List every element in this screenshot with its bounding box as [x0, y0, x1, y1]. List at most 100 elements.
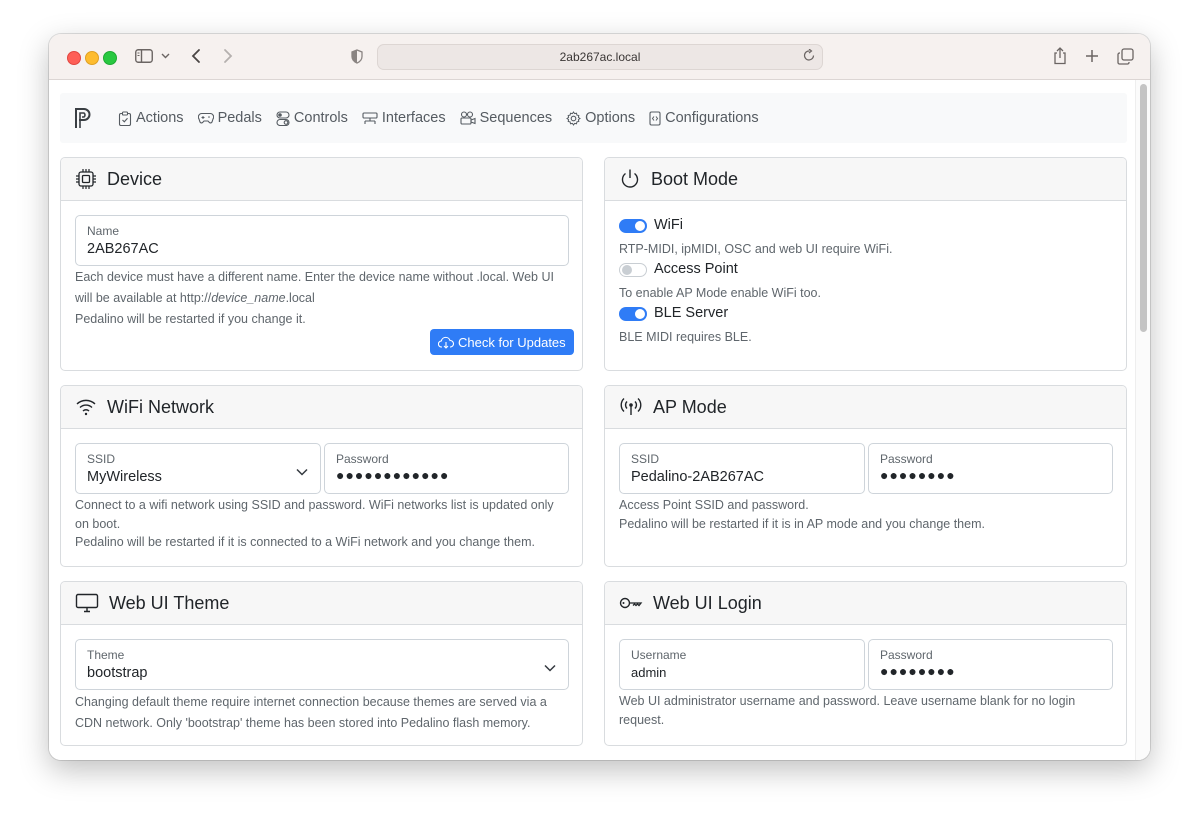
broadcast-icon	[620, 397, 642, 415]
field-label: Password	[336, 452, 389, 466]
nav-item-configurations[interactable]: Configurations	[649, 110, 759, 126]
device-name-field[interactable]: Name 2AB267AC	[75, 215, 569, 266]
field-value: ●●●●●●●●	[880, 467, 956, 483]
nav-item-interfaces[interactable]: Interfaces	[362, 110, 446, 126]
ap-ssid-field[interactable]: SSID Pedalino-2AB267AC	[619, 443, 865, 494]
wifi-icon	[76, 399, 96, 416]
card-header: AP Mode	[605, 386, 1126, 429]
ap-help-text: Access Point SSID and password. Pedalino…	[619, 496, 1119, 533]
minimize-window-button[interactable]	[85, 51, 99, 65]
chevron-down-icon[interactable]	[161, 46, 170, 66]
ethernet-icon	[362, 111, 378, 124]
help-line: Each device must have a different name. …	[75, 270, 554, 284]
card-title: Boot Mode	[651, 168, 739, 189]
address-bar-url: 2ab267ac.local	[559, 50, 641, 64]
zoom-window-button[interactable]	[103, 51, 117, 65]
help-text-part: .local	[285, 291, 315, 305]
forward-icon[interactable]	[223, 46, 233, 66]
field-value: ●●●●●●●●●●●●	[336, 467, 450, 483]
new-tab-icon[interactable]	[1085, 46, 1099, 66]
help-line: CDN network. Only 'bootstrap' theme has …	[75, 716, 531, 730]
nav-item-sequences[interactable]: Sequences	[460, 110, 553, 126]
field-label: Theme	[87, 648, 125, 662]
boot-mode-card: Boot Mode WiFi RTP-MIDI, ipMIDI, OSC and…	[604, 157, 1127, 371]
card-header: Boot Mode	[605, 158, 1126, 201]
help-line: Access Point SSID and password.	[619, 498, 809, 512]
field-value: MyWireless	[87, 469, 162, 485]
card-header: Web UI Login	[605, 582, 1126, 625]
card-title: WiFi Network	[107, 396, 214, 417]
nav-item-actions[interactable]: Actions	[118, 110, 184, 126]
username-field[interactable]: Username admin	[619, 639, 865, 690]
page-content: Actions Pedals Controls Interfaces Seque…	[49, 80, 1150, 760]
wifi-switch-label: WiFi	[654, 217, 683, 233]
theme-select[interactable]: Theme bootstrap	[75, 639, 569, 690]
card-title: AP Mode	[653, 396, 727, 417]
browser-window: 2ab267ac.local Actions Pedals Controls I…	[49, 34, 1150, 760]
access-point-help-text: To enable AP Mode enable WiFi too.	[619, 286, 821, 300]
monitor-icon	[75, 593, 99, 613]
wifi-switch[interactable]	[619, 219, 647, 233]
device-help-text: Each device must have a different name. …	[75, 267, 575, 330]
button-label: Check for Updates	[458, 334, 566, 350]
nav-item-options[interactable]: Options	[566, 110, 635, 126]
nav-item-label: Controls	[293, 110, 348, 126]
chevron-down-icon	[544, 659, 556, 677]
field-label: Username	[631, 648, 687, 662]
pedalino-logo[interactable]	[72, 106, 96, 130]
help-line: request.	[619, 712, 665, 727]
ble-server-switch[interactable]	[619, 307, 647, 321]
wifi-ssid-select[interactable]: SSID MyWireless	[75, 443, 321, 494]
power-icon	[621, 169, 639, 188]
wifi-help-text: Connect to a wifi network using SSID and…	[75, 496, 575, 552]
camera-reels-icon	[460, 111, 476, 125]
help-line: Pedalino will be restarted if it is conn…	[75, 535, 535, 549]
address-bar[interactable]: 2ab267ac.local	[377, 44, 823, 70]
field-label: Password	[880, 452, 933, 466]
field-label: SSID	[87, 452, 116, 466]
nav-item-pedals[interactable]: Pedals	[197, 110, 262, 126]
nav-item-label: Sequences	[479, 110, 553, 126]
card-title: Web UI Theme	[109, 592, 230, 613]
nav-item-label: Configurations	[665, 110, 759, 126]
reload-icon[interactable]	[803, 48, 816, 66]
card-header: Device	[61, 158, 582, 201]
key-icon	[619, 597, 643, 609]
field-value: 2AB267AC	[87, 241, 159, 257]
help-text-part: will be available at http://	[75, 291, 212, 305]
privacy-shield-icon[interactable]	[351, 46, 363, 66]
toggles-icon	[276, 110, 290, 126]
sidebar-toggle-icon[interactable]	[135, 46, 153, 66]
wifi-help-text: RTP-MIDI, ipMIDI, OSC and web UI require…	[619, 242, 893, 256]
device-card: Device Name 2AB267AC Each device must ha…	[60, 157, 583, 371]
ap-mode-card: AP Mode SSID Pedalino-2AB267AC Password …	[604, 385, 1127, 567]
share-icon[interactable]	[1053, 46, 1067, 66]
help-line: Changing default theme require internet …	[75, 695, 547, 709]
nav-item-controls[interactable]: Controls	[276, 110, 348, 126]
ap-password-field[interactable]: Password ●●●●●●●●	[868, 443, 1113, 494]
scrollbar-thumb[interactable]	[1140, 84, 1147, 332]
back-icon[interactable]	[191, 46, 201, 66]
card-header: WiFi Network	[61, 386, 582, 429]
navbar: Actions Pedals Controls Interfaces Seque…	[60, 93, 1127, 143]
access-point-switch[interactable]	[619, 263, 647, 277]
help-line: Web UI administrator username and passwo…	[619, 694, 1076, 708]
wifi-network-card: WiFi Network SSID MyWireless Password ●●…	[60, 385, 583, 567]
check-for-updates-button[interactable]: Check for Updates	[430, 329, 574, 355]
wifi-password-field[interactable]: Password ●●●●●●●●●●●●	[324, 443, 569, 494]
login-password-field[interactable]: Password ●●●●●●●●	[868, 639, 1113, 690]
web-ui-theme-card: Web UI Theme Theme bootstrap Changing de…	[60, 581, 583, 746]
cloud-download-icon	[438, 336, 454, 349]
help-line: Pedalino will be restarted if you change…	[75, 312, 306, 326]
help-line: Pedalino will be restarted if it is in A…	[619, 516, 985, 531]
help-line: Connect to a wifi network using SSID and…	[75, 498, 554, 512]
close-window-button[interactable]	[67, 51, 81, 65]
scrollbar[interactable]	[1135, 80, 1150, 760]
tab-overview-icon[interactable]	[1117, 46, 1134, 66]
cpu-icon	[76, 169, 96, 189]
card-header: Web UI Theme	[61, 582, 582, 625]
field-label: SSID	[631, 452, 660, 466]
help-line: will be available at http://device_name.…	[75, 288, 575, 309]
gamepad-icon	[197, 112, 214, 124]
web-ui-login-card: Web UI Login Username admin Password ●●●…	[604, 581, 1127, 746]
